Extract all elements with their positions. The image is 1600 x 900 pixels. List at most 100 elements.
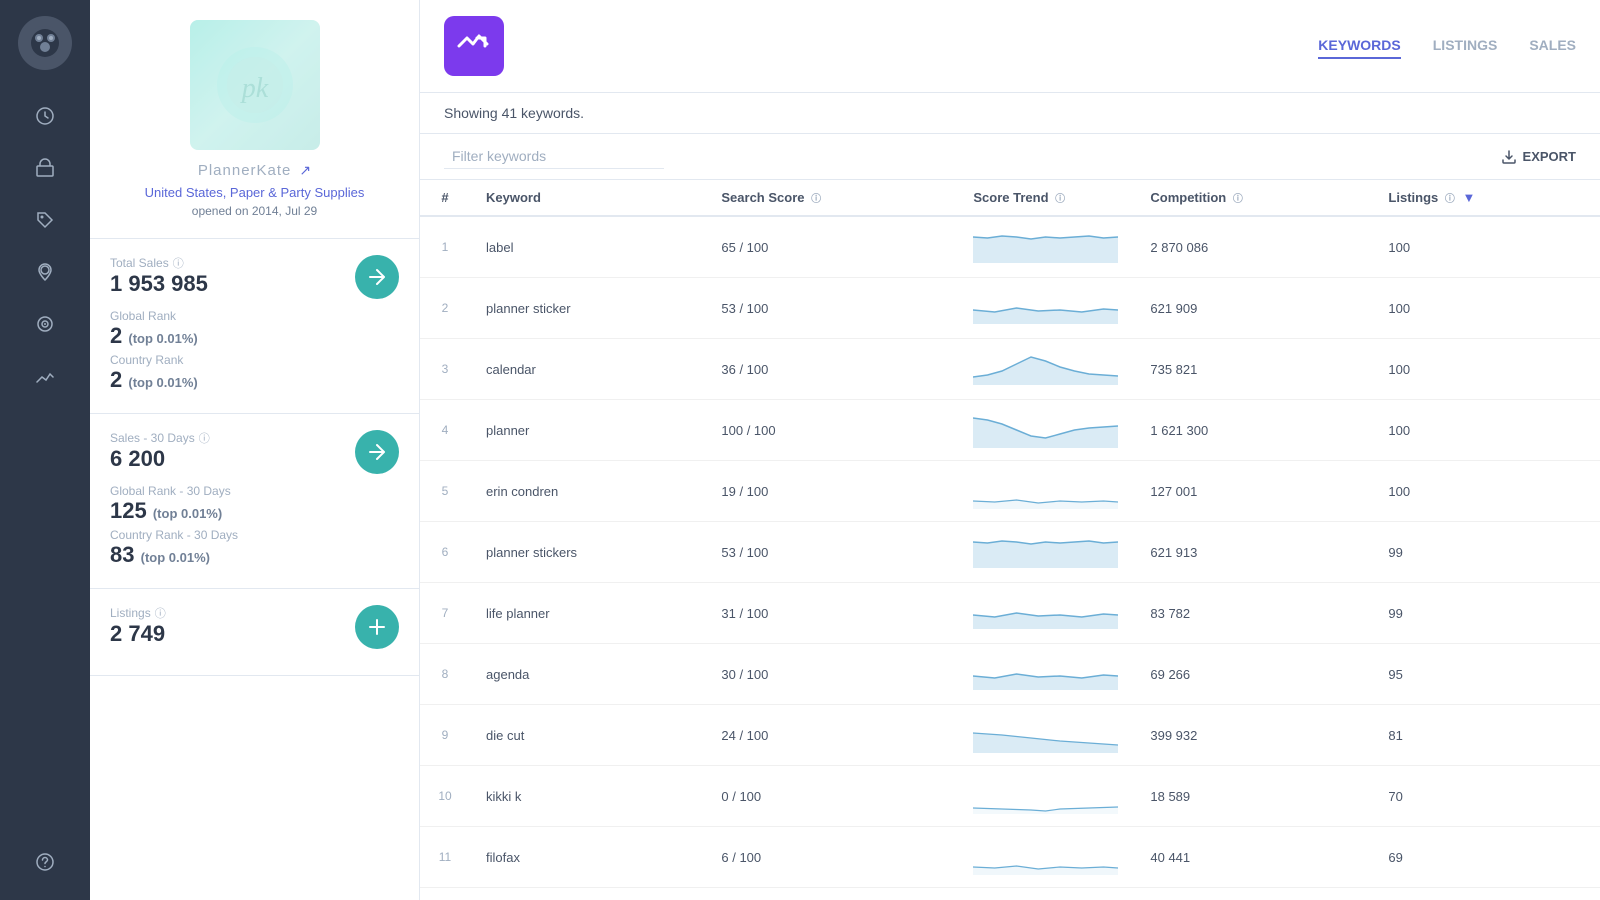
- filter-input[interactable]: [444, 144, 664, 169]
- row-sparkline: [957, 216, 1134, 278]
- global-rank-30-value: 125 (top 0.01%): [110, 498, 399, 524]
- row-competition: 40 441: [1134, 827, 1372, 888]
- total-sales-action-btn[interactable]: [355, 255, 399, 299]
- table-row: 2 planner sticker 53 / 100 621 909 100: [420, 278, 1600, 339]
- row-score: 53 / 100: [705, 278, 957, 339]
- row-competition: 1 621 300: [1134, 400, 1372, 461]
- row-listings: 99: [1372, 522, 1600, 583]
- row-listings: 100: [1372, 216, 1600, 278]
- row-score: 65 / 100: [705, 216, 957, 278]
- sidebar: [0, 0, 90, 900]
- profile-date: opened on 2014, Jul 29: [192, 204, 317, 218]
- keywords-data-table: # Keyword Search Score ⓘ Score Trend ⓘ C…: [420, 180, 1600, 900]
- row-competition: 77 048: [1134, 888, 1372, 900]
- sidebar-icon-store[interactable]: [23, 146, 67, 190]
- table-row: 3 calendar 36 / 100 735 821 100: [420, 339, 1600, 400]
- col-search-score: Search Score ⓘ: [705, 180, 957, 216]
- sidebar-icon-location[interactable]: [23, 250, 67, 294]
- row-sparkline: [957, 339, 1134, 400]
- row-sparkline: [957, 766, 1134, 827]
- listings-action-btn[interactable]: [355, 605, 399, 649]
- sales-30-label: Sales - 30 Days: [110, 431, 195, 445]
- row-competition: 18 589: [1134, 766, 1372, 827]
- filter-row: EXPORT: [420, 134, 1600, 180]
- tab-keywords[interactable]: KEYWORDS: [1318, 33, 1400, 59]
- row-keyword: filofax: [470, 827, 705, 888]
- table-row: 9 die cut 24 / 100 399 932 81: [420, 705, 1600, 766]
- row-sparkline: [957, 400, 1134, 461]
- row-keyword: planner: [470, 400, 705, 461]
- table-row: 10 kikki k 0 / 100 18 589 70: [420, 766, 1600, 827]
- row-keyword: label: [470, 216, 705, 278]
- country-rank-value: 2 (top 0.01%): [110, 367, 399, 393]
- total-sales-label: Total Sales: [110, 256, 169, 270]
- row-competition: 621 909: [1134, 278, 1372, 339]
- row-sparkline: [957, 705, 1134, 766]
- row-keyword: agenda: [470, 644, 705, 705]
- row-score: 6 / 100: [705, 827, 957, 888]
- row-keyword: calendar: [470, 339, 705, 400]
- table-row: 5 erin condren 19 / 100 127 001 100: [420, 461, 1600, 522]
- sidebar-logo: [18, 16, 72, 70]
- row-competition: 735 821: [1134, 339, 1372, 400]
- keywords-table: # Keyword Search Score ⓘ Score Trend ⓘ C…: [420, 180, 1600, 900]
- row-listings: 100: [1372, 400, 1600, 461]
- export-label: EXPORT: [1523, 149, 1576, 164]
- row-num: 10: [420, 766, 470, 827]
- row-listings: 45: [1372, 888, 1600, 900]
- row-keyword: sampler: [470, 888, 705, 900]
- profile-card: pk PlannerKate ↗ United States, Paper & …: [90, 0, 419, 239]
- row-num: 9: [420, 705, 470, 766]
- sidebar-icon-target[interactable]: [23, 302, 67, 346]
- listings-label: Listings: [110, 606, 151, 620]
- row-competition: 2 870 086: [1134, 216, 1372, 278]
- row-listings: 99: [1372, 583, 1600, 644]
- sales-30-info-icon[interactable]: ⓘ: [199, 430, 210, 446]
- row-score: 24 / 100: [705, 705, 957, 766]
- row-keyword: kikki k: [470, 766, 705, 827]
- table-header: # Keyword Search Score ⓘ Score Trend ⓘ C…: [420, 180, 1600, 216]
- row-keyword: life planner: [470, 583, 705, 644]
- sidebar-icon-chart[interactable]: [23, 354, 67, 398]
- row-listings: 69: [1372, 827, 1600, 888]
- country-rank-label: Country Rank: [110, 353, 399, 367]
- tab-listings[interactable]: LISTINGS: [1433, 33, 1498, 59]
- row-score: 16 / 100: [705, 888, 957, 900]
- tab-sales[interactable]: SALES: [1529, 33, 1576, 59]
- row-keyword: erin condren: [470, 461, 705, 522]
- row-competition: 621 913: [1134, 522, 1372, 583]
- total-sales-info-icon[interactable]: ⓘ: [173, 255, 184, 271]
- app-logo: [444, 16, 504, 76]
- external-link-icon[interactable]: ↗: [299, 162, 311, 179]
- avatar: pk: [190, 20, 320, 150]
- row-num: 2: [420, 278, 470, 339]
- row-num: 7: [420, 583, 470, 644]
- row-competition: 69 266: [1134, 644, 1372, 705]
- row-num: 6: [420, 522, 470, 583]
- sidebar-icon-tags[interactable]: [23, 198, 67, 242]
- sidebar-icon-dashboard[interactable]: [23, 94, 67, 138]
- profile-name-row: PlannerKate ↗: [198, 162, 311, 179]
- row-score: 31 / 100: [705, 583, 957, 644]
- sidebar-icon-help[interactable]: [23, 840, 67, 884]
- sales-30-card: Sales - 30 Days ⓘ 6 200 Global Rank - 30…: [90, 414, 419, 589]
- row-listings: 100: [1372, 278, 1600, 339]
- svg-text:pk: pk: [239, 73, 268, 104]
- listings-info-icon[interactable]: ⓘ: [155, 605, 166, 621]
- row-sparkline: [957, 644, 1134, 705]
- row-num: 1: [420, 216, 470, 278]
- row-num: 11: [420, 827, 470, 888]
- main-header: KEYWORDS LISTINGS SALES: [420, 0, 1600, 93]
- table-row: 1 label 65 / 100 2 870 086 100: [420, 216, 1600, 278]
- row-sparkline: [957, 278, 1134, 339]
- showing-text: Showing 41 keywords.: [444, 105, 584, 121]
- row-score: 36 / 100: [705, 339, 957, 400]
- sales-30-action-btn[interactable]: [355, 430, 399, 474]
- table-row: 11 filofax 6 / 100 40 441 69: [420, 827, 1600, 888]
- country-rank-30-value: 83 (top 0.01%): [110, 542, 399, 568]
- row-listings: 70: [1372, 766, 1600, 827]
- col-listings: Listings ⓘ ▼: [1372, 180, 1600, 216]
- sales-30-value: 6 200: [110, 446, 210, 472]
- header-tabs: KEYWORDS LISTINGS SALES: [1318, 33, 1576, 59]
- export-button[interactable]: EXPORT: [1501, 149, 1576, 165]
